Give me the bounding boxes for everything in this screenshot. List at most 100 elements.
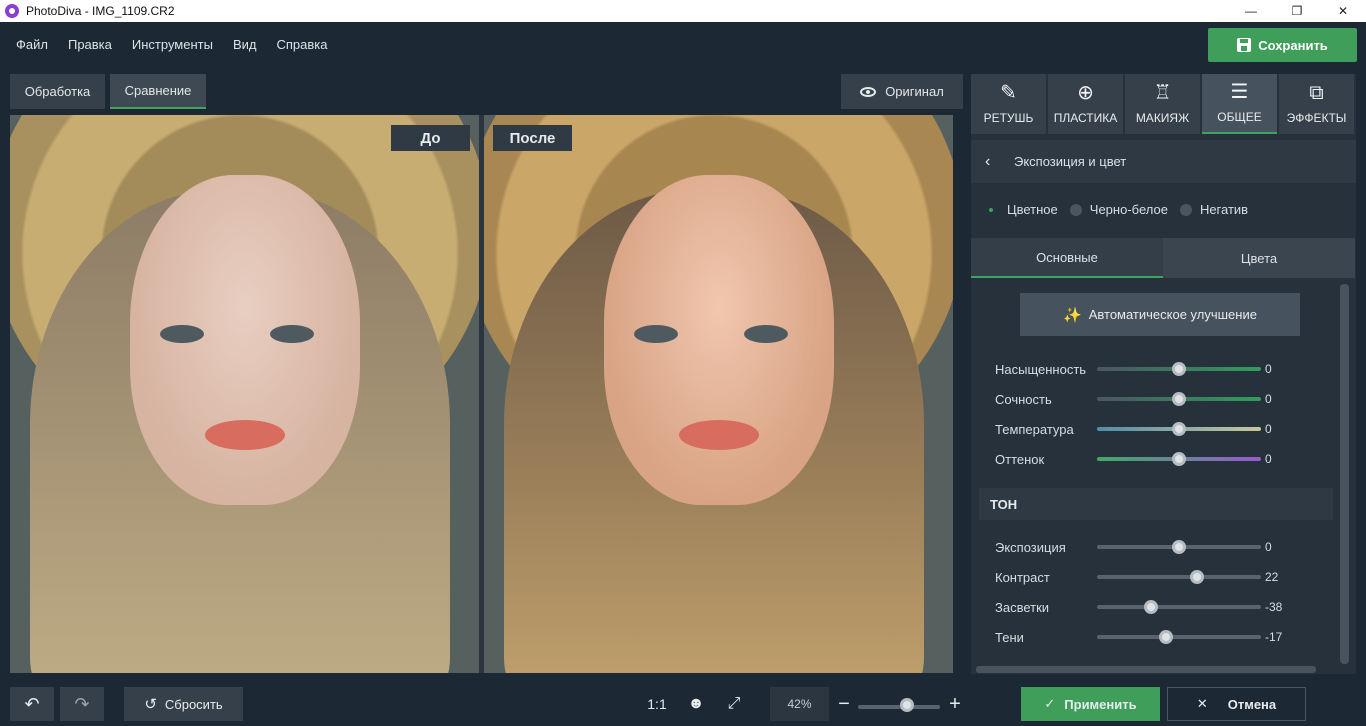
lips-shape [205,420,285,450]
reset-icon: ↺ [144,696,157,713]
tool-tab-label: ПЛАСТИКА [1053,111,1118,125]
zoom-out-button[interactable]: − [835,687,853,721]
app-logo-icon [5,4,19,18]
before-label: До [391,125,470,151]
section-header: ‹ Экспозиция и цвет [971,140,1356,183]
auto-enhance-label: Автоматическое улучшение [1088,307,1257,322]
slider-handle[interactable] [1190,570,1205,584]
slider-row: Контраст 22 [995,567,1285,587]
slider-track[interactable] [1097,630,1261,644]
tool-tab-retouch[interactable]: ✎ РЕТУШЬ [971,74,1046,134]
slider-handle[interactable] [1172,392,1186,406]
slider-row: Засветки -38 [995,597,1285,617]
after-label: После [493,125,572,151]
slider-label: Засветки [995,599,1050,615]
cancel-button-label: Отмена [1227,696,1277,712]
tab-processing[interactable]: Обработка [10,74,105,109]
maximize-button[interactable]: ❐ [1274,0,1320,22]
slider-track[interactable] [1097,540,1261,554]
slider-value: 0 [1265,452,1272,466]
menu-file[interactable]: Файл [6,37,58,52]
slider-value: -38 [1265,600,1283,614]
radio-label: Негатив [1199,202,1249,217]
photo-canvas[interactable]: До После [10,115,953,673]
checkmark-icon: ✓ [1044,696,1056,711]
zoom-level-field[interactable]: 42% [770,687,829,721]
slider-label: Тени [995,629,1024,645]
slider-track[interactable] [1097,362,1261,376]
menu-help[interactable]: Справка [266,37,337,52]
slider-row: Насыщенность 0 [995,359,1285,379]
tab-compare[interactable]: Сравнение [110,74,206,109]
tool-tab-effects[interactable]: ⧉ ЭФФЕКТЫ [1279,74,1354,134]
zoom-in-button[interactable]: + [946,687,964,721]
tab-colors[interactable]: Цвета [1163,238,1355,278]
radio-bw[interactable]: Черно-белое [1069,202,1168,217]
face-shape [130,175,360,505]
actual-size-button[interactable]: 1:1 [642,687,672,721]
photo-before[interactable]: До [10,115,479,673]
apply-button[interactable]: ✓ Применить [1021,687,1160,721]
settings-panel: ✎ РЕТУШЬ ⊕ ПЛАСТИКА ♖ МАКИЯЖ ☰ ОБЩЕЕ ⧉ Э… [971,74,1356,674]
slider-handle[interactable] [1172,422,1186,436]
tool-tab-liquify[interactable]: ⊕ ПЛАСТИКА [1048,74,1123,134]
zoom-slider-track[interactable] [858,705,940,709]
close-button[interactable]: ✕ [1320,0,1366,22]
save-button-label: Сохранить [1258,37,1328,53]
photo-after[interactable]: После [484,115,953,673]
face-fit-icon[interactable]: ☻ [682,687,710,721]
slider-handle[interactable] [1172,540,1186,554]
slider-handle[interactable] [1172,452,1186,466]
makeup-icon: ♖ [1153,82,1172,104]
menu-edit[interactable]: Правка [58,37,122,52]
bottom-toolbar: ↶ ↷ ↺ Сбросить 1:1 ☻ ⤢ 42% − + ✓ Примени… [0,682,1366,726]
slider-label: Экспозиция [995,539,1066,555]
back-arrow-icon[interactable]: ‹ [985,153,999,171]
slider-handle[interactable] [1144,600,1159,614]
slider-track[interactable] [1097,452,1261,466]
tool-tab-label: ОБЩЕЕ [1217,110,1262,124]
lips-shape [679,420,759,450]
eye-shape [160,325,204,343]
sliders-icon: ☰ [1230,81,1249,103]
fullscreen-icon[interactable]: ⤢ [720,687,748,721]
slider-track[interactable] [1097,422,1261,436]
slider-value: 0 [1265,540,1272,554]
menu-tools[interactable]: Инструменты [122,37,223,52]
radio-color[interactable]: Цветное [989,202,1058,217]
slider-track[interactable] [1097,392,1261,406]
window-controls: — ❐ ✕ [1228,0,1366,22]
radio-negative[interactable]: Негатив [1179,202,1249,217]
horizontal-scrollbar[interactable] [976,666,1316,673]
original-button[interactable]: Оригинал [841,74,963,109]
effects-icon: ⧉ [1309,82,1324,104]
menu-bar: Файл Правка Инструменты Вид Справка [0,22,1366,66]
slider-label: Температура [995,421,1074,437]
cancel-button[interactable]: ✕ Отмена [1167,687,1306,721]
slider-label: Оттенок [995,451,1045,467]
slider-track[interactable] [1097,570,1261,584]
slider-value: 22 [1265,570,1279,584]
menu-view[interactable]: Вид [223,37,267,52]
slider-handle[interactable] [1172,362,1186,376]
redo-button[interactable]: ↷ [60,687,104,721]
tool-tab-makeup[interactable]: ♖ МАКИЯЖ [1125,74,1200,134]
slider-track[interactable] [1097,600,1261,614]
slider-label: Контраст [995,569,1050,585]
minimize-button[interactable]: — [1228,0,1274,22]
undo-button[interactable]: ↶ [10,687,54,721]
reset-button[interactable]: ↺ Сбросить [124,687,243,721]
magic-wand-icon: ✨ [1063,306,1082,324]
original-button-label: Оригинал [885,84,944,99]
zoom-slider-handle[interactable] [900,698,915,712]
vertical-scrollbar[interactable] [1340,284,1349,664]
tool-tab-general[interactable]: ☰ ОБЩЕЕ [1202,74,1277,134]
main-menu: Файл Правка Инструменты Вид Справка [6,22,337,66]
slider-row: Экспозиция 0 [995,537,1285,557]
save-button[interactable]: Сохранить [1208,28,1357,62]
slider-handle[interactable] [1158,630,1173,644]
auto-enhance-button[interactable]: ✨ Автоматическое улучшение [1020,293,1300,336]
slider-row: Сочность 0 [995,389,1285,409]
tab-basic[interactable]: Основные [971,238,1163,278]
tone-section-header: ТОН [979,488,1333,520]
